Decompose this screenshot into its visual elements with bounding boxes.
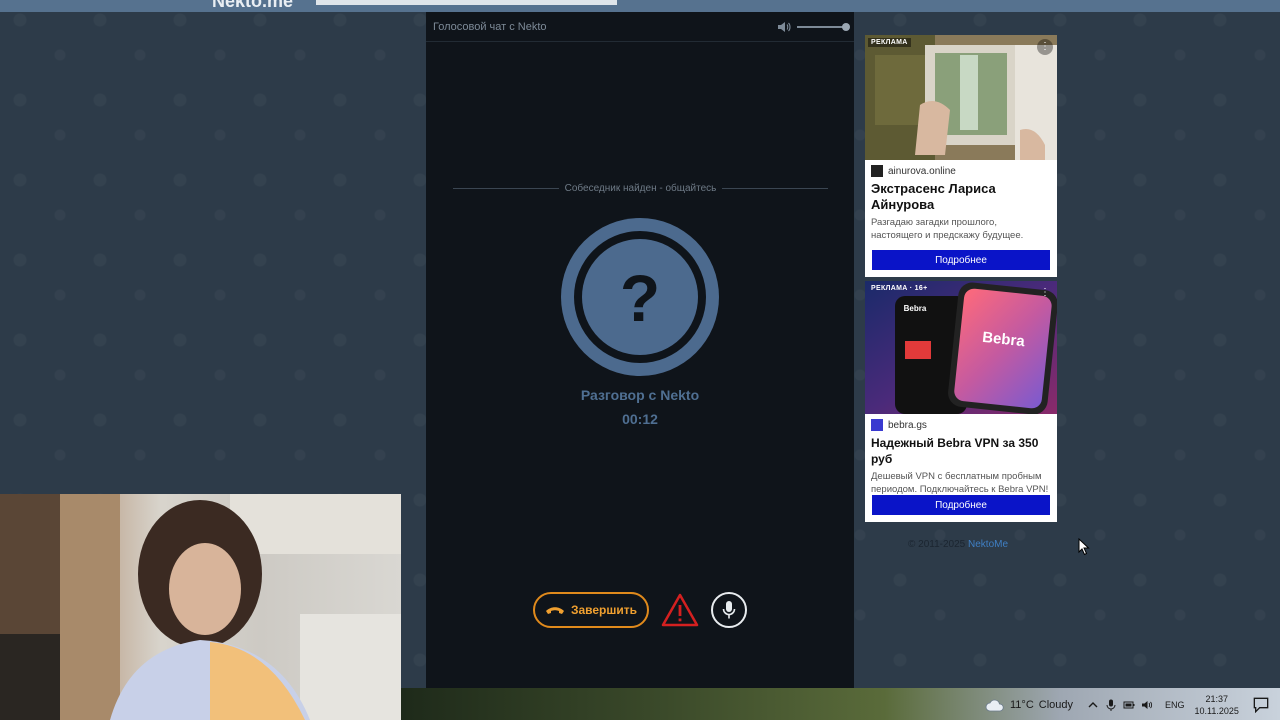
- nektome-link[interactable]: NektoMe: [968, 539, 1008, 550]
- webcam-overlay: [0, 494, 401, 720]
- chevron-up-icon[interactable]: [1087, 699, 1099, 711]
- site-logo[interactable]: Nekto.me: [212, 0, 293, 12]
- status-text: Собеседник найден - общайтесь: [564, 182, 717, 194]
- battery-icon[interactable]: [1123, 699, 1135, 711]
- ad-cta-button[interactable]: Подробнее: [872, 250, 1050, 270]
- ad-title[interactable]: Надежный Bebra VPN за 350 руб: [865, 431, 1057, 467]
- chat-title: Голосовой чат с Nekto: [433, 20, 547, 33]
- ad-more-icon[interactable]: ⋮: [1037, 285, 1053, 301]
- microphone-tray-icon[interactable]: [1105, 699, 1117, 711]
- clock-time: 21:37: [1205, 694, 1228, 704]
- weather-condition: Cloudy: [1038, 699, 1074, 711]
- anonymous-avatar-icon: ?: [561, 218, 719, 376]
- end-call-label: Завершить: [570, 603, 638, 617]
- system-tray: 11°C Cloudy ENG 21:37 10.11.2025: [985, 690, 1280, 720]
- hang-up-icon: [545, 607, 564, 614]
- ad-image-phones[interactable]: Bebra Bebra РЕКЛАМА · 16+ ⋮: [865, 281, 1057, 414]
- divider: [453, 187, 559, 189]
- notification-icon[interactable]: [1253, 697, 1269, 713]
- webcam-video-image: [0, 494, 401, 720]
- ad-title[interactable]: Экстрасенс Лариса Айнурова: [865, 177, 1057, 213]
- favicon-icon: [871, 165, 883, 177]
- mouse-cursor-icon: [1078, 538, 1090, 556]
- ad-domain[interactable]: ainurova.online: [888, 166, 956, 177]
- conversation-title: Разговор с Nekto: [580, 387, 700, 403]
- voice-chat-panel: Голосовой чат с Nekto Собеседник найден …: [426, 12, 854, 688]
- status-line: Собеседник найден - общайтесь: [453, 182, 828, 194]
- ad-phone-brand-small: Bebra: [904, 304, 927, 313]
- microphone-button[interactable]: [711, 592, 747, 628]
- ad-cta-button[interactable]: Подробнее: [872, 495, 1050, 515]
- volume-icon[interactable]: [777, 20, 791, 34]
- top-input-strip[interactable]: [316, 0, 617, 5]
- ad-domain[interactable]: bebra.gs: [888, 420, 927, 431]
- ad-label: РЕКЛАМА: [868, 38, 911, 47]
- volume-slider-knob[interactable]: [842, 22, 850, 31]
- ad-more-icon[interactable]: ⋮: [1037, 39, 1053, 55]
- report-warning-icon[interactable]: [660, 592, 700, 628]
- microphone-icon: [722, 601, 736, 619]
- language-indicator[interactable]: ENG: [1165, 700, 1185, 710]
- volume-slider[interactable]: [797, 22, 850, 31]
- clock-date: 10.11.2025: [1194, 706, 1239, 716]
- ad-card-ainurova[interactable]: РЕКЛАМА ⋮ ainurova.online Экстрасенс Лар…: [865, 35, 1057, 277]
- end-call-button[interactable]: Завершить: [533, 592, 649, 628]
- ad-text: Разгадаю загадки прошлого, настоящего и …: [871, 217, 1024, 241]
- clock[interactable]: 21:37 10.11.2025: [1195, 693, 1239, 717]
- avatar-symbol: ?: [620, 261, 660, 335]
- ad-painting-image: [865, 35, 1057, 160]
- chat-header: Голосовой чат с Nekto: [426, 12, 854, 42]
- ad-domain-row: bebra.gs: [865, 414, 1057, 431]
- top-bar: Nekto.me: [0, 0, 1280, 12]
- speaker-icon[interactable]: [1141, 699, 1153, 711]
- copyright: © 2011-2025 NektoMe: [908, 539, 1008, 550]
- cloud-icon: [985, 699, 1004, 712]
- weather-temp: 11°C: [1010, 699, 1034, 711]
- ad-label: РЕКЛАМА · 16+: [871, 285, 928, 292]
- favicon-icon: [871, 419, 883, 431]
- ad-image-painting[interactable]: РЕКЛАМА ⋮: [865, 35, 1057, 160]
- ad-phones-image: Bebra Bebra: [865, 281, 1057, 414]
- ad-domain-row: ainurova.online: [865, 160, 1057, 177]
- ad-card-bebra-vpn[interactable]: Bebra Bebra РЕКЛАМА · 16+ ⋮ bebra.gs Над…: [865, 281, 1057, 522]
- copyright-text: © 2011-2025: [908, 539, 966, 550]
- weather-widget[interactable]: 11°C Cloudy: [985, 698, 1073, 712]
- divider: [722, 187, 828, 189]
- call-timer: 00:12: [622, 411, 658, 427]
- ad-text: Дешевый VPN с бесплатным пробным периодо…: [871, 471, 1049, 495]
